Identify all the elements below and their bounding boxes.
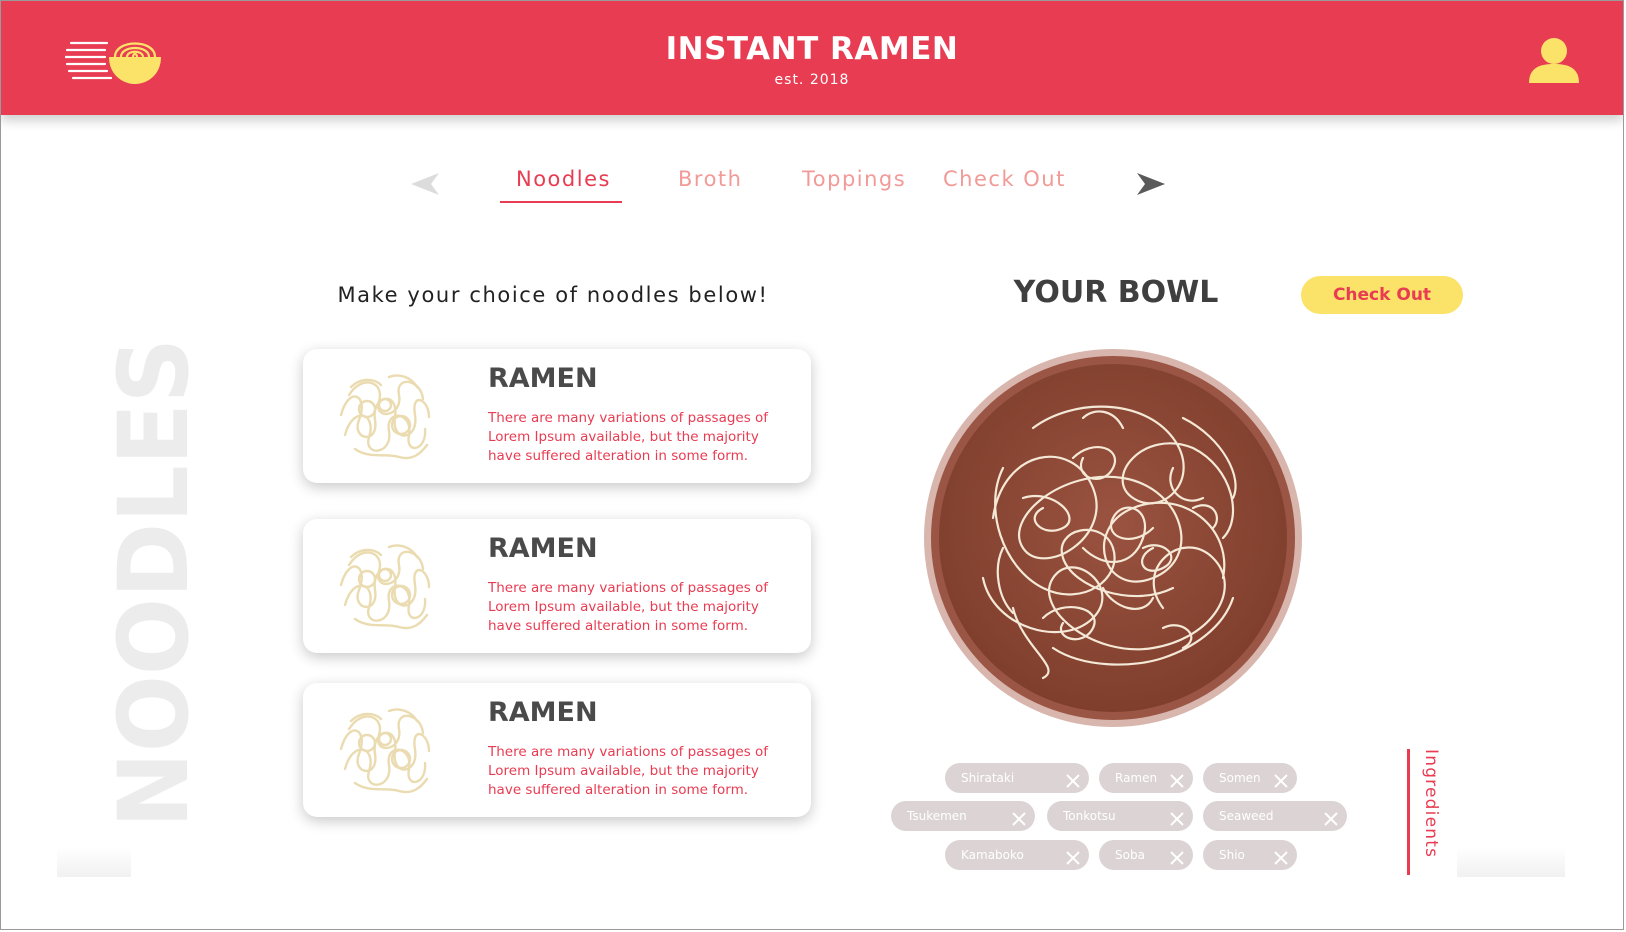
ingredient-chip[interactable]: Soba [1099, 840, 1193, 870]
arrow-right-icon[interactable] [1133, 171, 1167, 197]
app-subtitle: est. 2018 [774, 72, 850, 88]
user-icon[interactable] [1527, 37, 1581, 83]
ingredient-chip[interactable]: Seaweed [1203, 801, 1347, 831]
ingredient-chip[interactable]: Kamaboko [945, 840, 1089, 870]
header: INSTANT RAMEN est. 2018 [1, 1, 1623, 115]
chip-label: Seaweed [1219, 809, 1274, 823]
close-icon[interactable] [1169, 770, 1185, 788]
close-icon[interactable] [1065, 770, 1081, 788]
side-label-text: NOODLES [113, 338, 195, 828]
noodles-prompt: Make your choice of noodles below! [337, 283, 769, 307]
close-icon[interactable] [1323, 808, 1339, 826]
bottom-shadow-right [1457, 847, 1565, 877]
close-icon[interactable] [1065, 847, 1081, 865]
close-icon[interactable] [1273, 847, 1289, 865]
close-icon[interactable] [1169, 808, 1185, 826]
ingredients-indicator [1407, 749, 1410, 875]
card-title: RAMEN [488, 697, 598, 728]
noodle-card[interactable]: RAMEN There are many variations of passa… [303, 349, 811, 483]
ingredient-chip[interactable]: Shio [1203, 840, 1297, 870]
arrow-left-icon[interactable] [409, 171, 443, 197]
chip-label: Soba [1115, 848, 1145, 862]
tab-noodles[interactable]: Noodles [516, 167, 611, 191]
noodles-icon [329, 535, 443, 637]
ingredient-chip[interactable]: Somen [1203, 763, 1297, 793]
close-icon[interactable] [1011, 808, 1027, 826]
ingredient-chip[interactable]: Shirataki [945, 763, 1089, 793]
tab-check-out[interactable]: Check Out [943, 167, 1066, 191]
chip-label: Ramen [1115, 771, 1158, 785]
card-description: There are many variations of passages of… [488, 580, 769, 634]
ingredients-tab[interactable]: Ingredients [1407, 749, 1441, 875]
chip-label: Tsukemen [907, 809, 967, 823]
app-title: INSTANT RAMEN [665, 31, 959, 67]
side-section-label: NOODLES [113, 338, 195, 828]
ingredient-chip[interactable]: Ramen [1099, 763, 1193, 793]
noodles-icon [329, 699, 443, 801]
ingredient-chip[interactable]: Tsukemen [891, 801, 1035, 831]
your-bowl-title: YOUR BOWL [1013, 275, 1219, 310]
close-icon[interactable] [1273, 770, 1289, 788]
card-title: RAMEN [488, 363, 598, 394]
chip-label: Somen [1219, 771, 1261, 785]
app-window: INSTANT RAMEN est. 2018 Noodles Broth To… [0, 0, 1624, 930]
card-title: RAMEN [488, 533, 598, 564]
tab-toppings[interactable]: Toppings [802, 167, 906, 191]
check-out-button[interactable]: Check Out [1301, 276, 1463, 314]
noodle-card[interactable]: RAMEN There are many variations of passa… [303, 683, 811, 817]
ingredients-label[interactable]: Ingredients [1421, 749, 1441, 858]
noodle-card[interactable]: RAMEN There are many variations of passa… [303, 519, 811, 653]
bottom-shadow-left [57, 847, 131, 877]
brand: INSTANT RAMEN est. 2018 [1, 31, 1623, 88]
step-tabs: Noodles Broth Toppings Check Out [1, 163, 1623, 213]
ramen-bowl-top-view [923, 348, 1303, 728]
chip-label: Shirataki [961, 771, 1015, 785]
card-description: There are many variations of passages of… [488, 744, 769, 798]
ingredient-chip[interactable]: Tonkotsu [1047, 801, 1193, 831]
noodles-icon [329, 365, 443, 467]
chip-label: Kamaboko [961, 848, 1024, 862]
tab-broth[interactable]: Broth [678, 167, 742, 191]
chip-label: Tonkotsu [1063, 809, 1116, 823]
close-icon[interactable] [1169, 847, 1185, 865]
chip-label: Shio [1219, 848, 1245, 862]
card-description: There are many variations of passages of… [488, 410, 769, 464]
active-tab-indicator [500, 201, 622, 203]
